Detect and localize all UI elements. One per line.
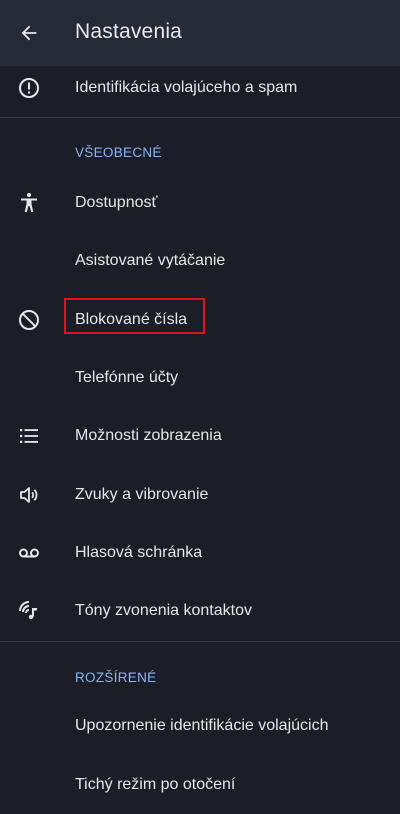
ringtone-icon [16,598,42,624]
setting-phone-accounts[interactable]: Telefónne účty [0,353,400,403]
setting-display-options[interactable]: Možnosti zobrazenia [0,411,400,461]
voicemail-icon [16,540,42,566]
setting-flip-to-silence[interactable]: Tichý režim po otočení [0,760,400,810]
setting-caller-id-spam[interactable]: Identifikácia volajúceho a spam [0,63,400,113]
block-icon [16,307,42,333]
setting-label: Možnosti zobrazenia [75,427,222,444]
list-icon [16,423,42,449]
setting-label: Identifikácia volajúceho a spam [75,79,298,96]
accessibility-icon [16,190,42,216]
divider [0,117,400,118]
setting-caller-id-announcement[interactable]: Upozornenie identifikácie volajúcich [0,701,400,751]
divider [0,641,400,642]
setting-assisted-dialing[interactable]: Asistované vytáčanie [0,236,400,286]
highlight-box [64,298,205,334]
alert-circle-icon [16,75,42,101]
setting-label: Asistované vytáčanie [75,252,226,269]
app-bar: Nastavenia [0,0,400,66]
setting-label: Tóny zvonenia kontaktov [75,602,252,619]
page-title: Nastavenia [75,20,183,43]
setting-label: Zvuky a vibrovanie [75,486,209,503]
section-header-advanced: ROZŠÍRENÉ [75,670,157,685]
setting-label: Tichý režim po otočení [75,776,236,793]
back-button[interactable] [14,18,44,48]
back-arrow-icon [21,25,37,41]
setting-contact-ringtones[interactable]: Tóny zvonenia kontaktov [0,586,400,636]
volume-icon [16,482,42,508]
setting-voicemail[interactable]: Hlasová schránka [0,528,400,578]
setting-accessibility[interactable]: Dostupnosť [0,178,400,228]
setting-label: Dostupnosť [75,194,158,211]
setting-label: Hlasová schránka [75,544,203,561]
section-header-general: VŠEOBECNÉ [75,145,162,160]
setting-label: Telefónne účty [75,369,179,386]
setting-label: Upozornenie identifikácie volajúcich [75,717,329,734]
setting-sounds-vibration[interactable]: Zvuky a vibrovanie [0,470,400,520]
